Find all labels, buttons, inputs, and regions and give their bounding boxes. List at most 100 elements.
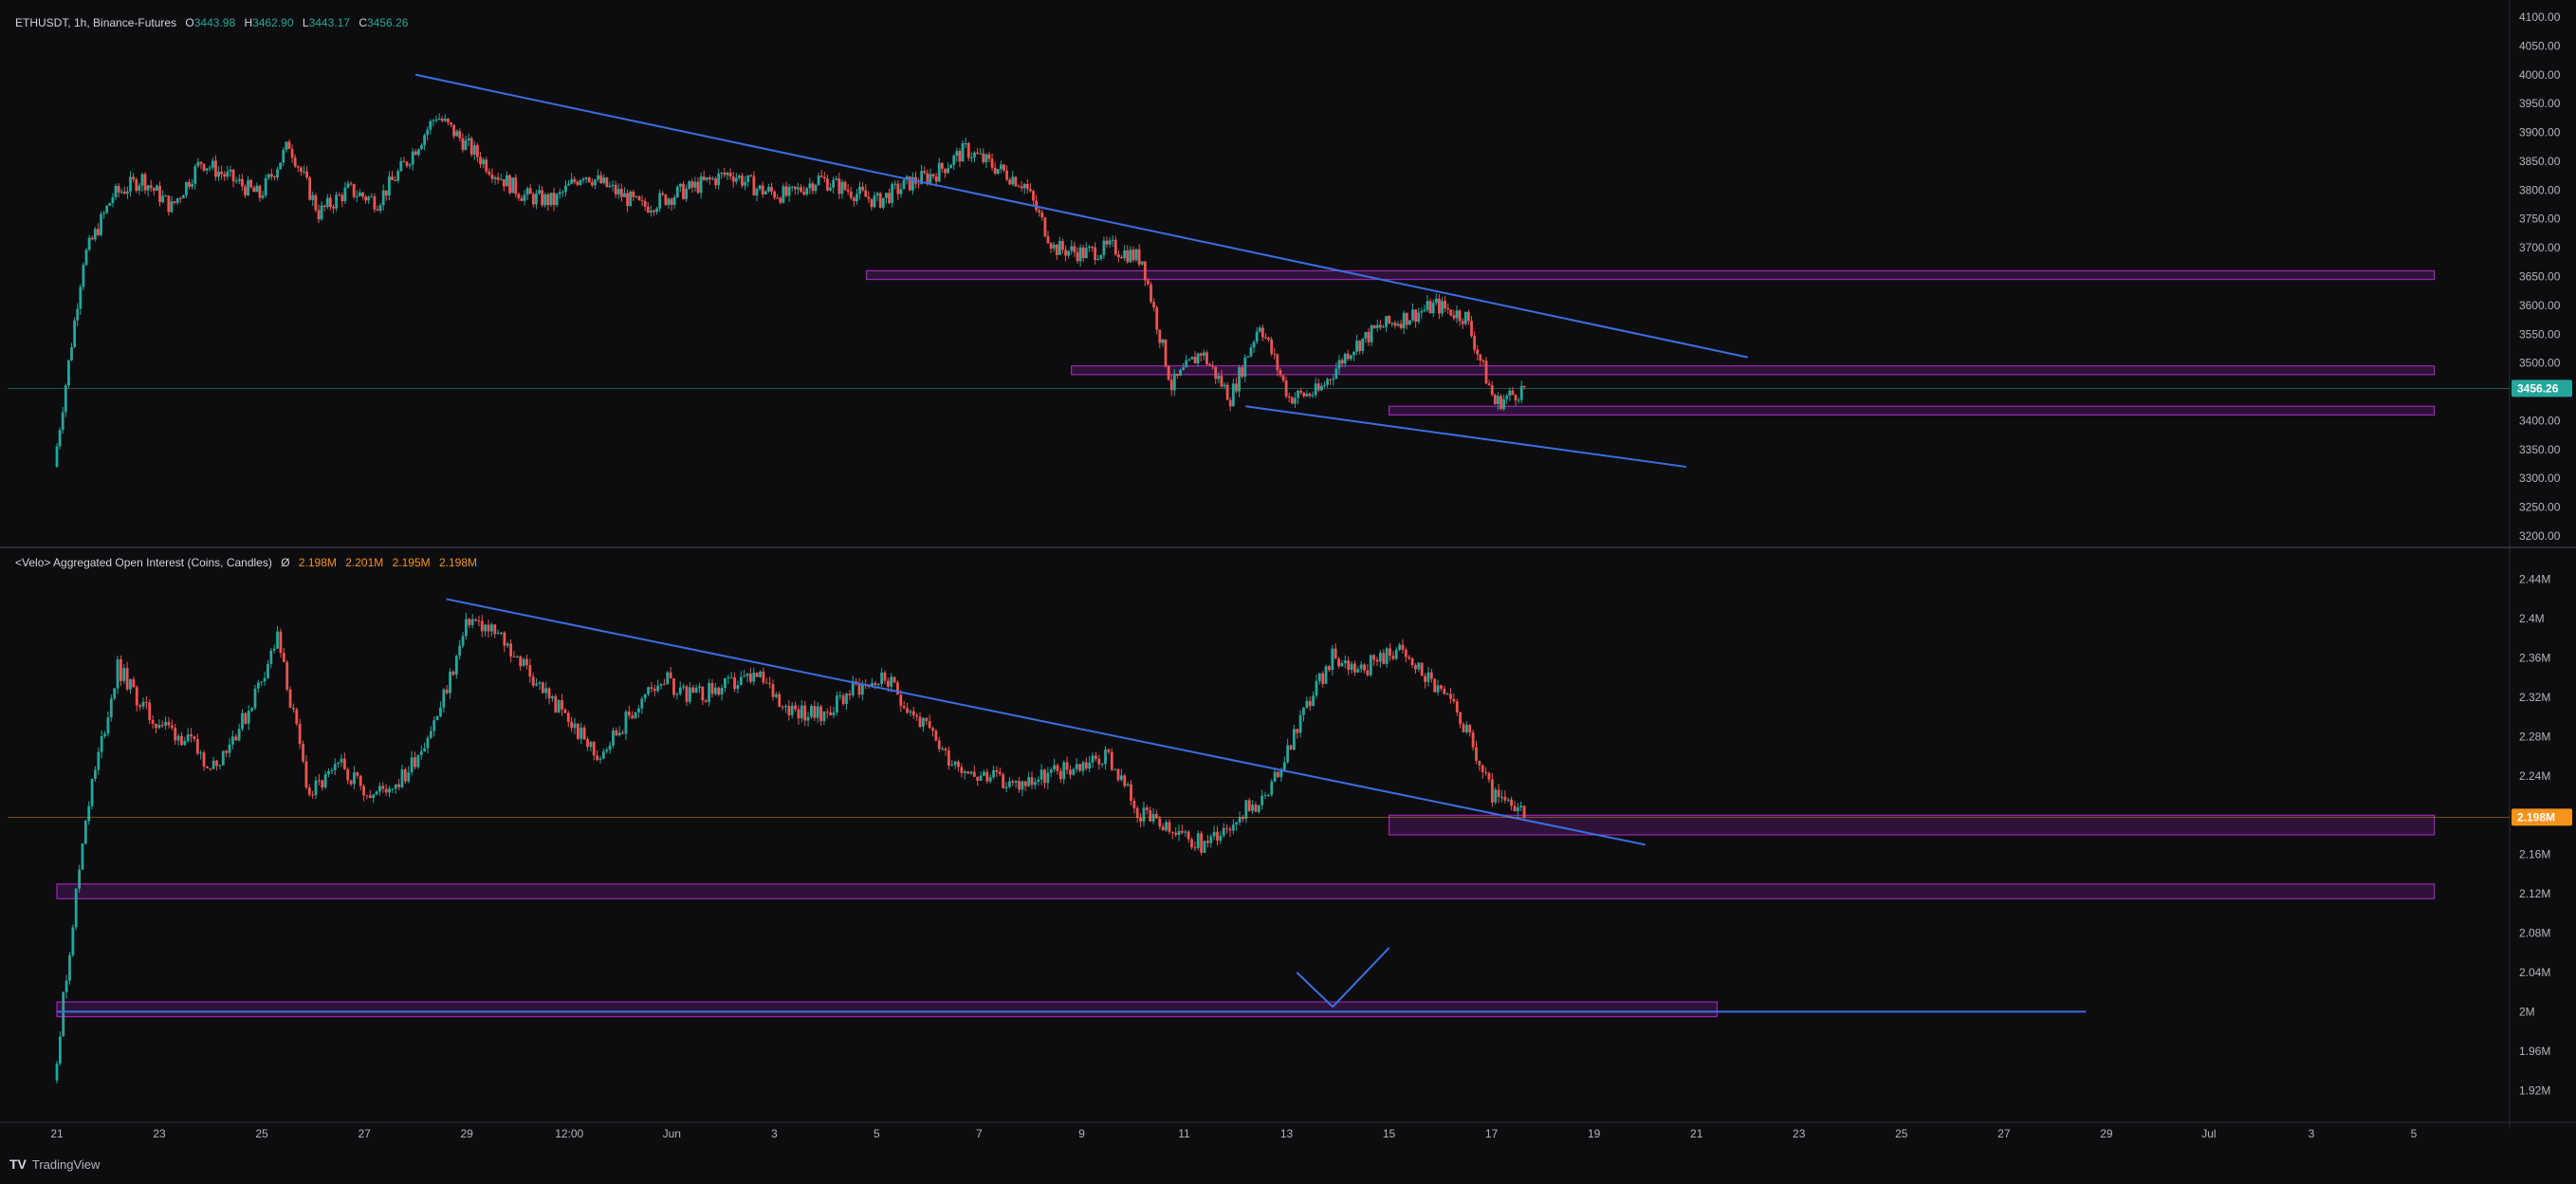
candle-body [1014,176,1018,187]
candle-body [573,178,577,182]
candle-body [621,732,624,734]
candle-body [949,164,953,169]
candle-body [449,671,451,694]
candle-body [832,712,836,715]
candle-body [1359,664,1363,670]
candle-body [479,157,482,165]
candle-body [1149,809,1152,822]
chart-stage[interactable]: 4100.00 4050.00 4000.00 3950.00 3900.00 3850.… [0,0,2576,1179]
candle-body [299,167,303,173]
chart-canvas[interactable]: 4100.00 4050.00 4000.00 3950.00 3900.00 3850.… [0,0,2576,1179]
candle-body [1350,663,1353,671]
candle-body [64,385,67,413]
candle-body [626,193,629,207]
symbol-label[interactable]: ETHUSDT, 1h, Binance-Futures [15,16,176,29]
y-tick-label: 2.4M [2519,612,2545,625]
candle-body [293,157,297,167]
current-value-label: 2.198M [2517,810,2555,823]
candle-body [367,196,371,201]
x-tick-label: 12:00 [555,1127,583,1140]
candle-body [1217,376,1221,379]
candle-body [976,152,979,155]
candle-body [1070,246,1074,251]
candle-body [113,688,117,699]
candle-body [419,750,423,755]
candle-body [1506,799,1510,801]
candle-body [199,752,203,754]
candle-body [1104,749,1107,765]
candle-body [391,788,395,790]
candle-body [1267,794,1270,796]
candle-body [477,620,481,622]
candle-body [634,712,637,719]
candle-body [1205,841,1209,843]
candle-body [659,684,663,686]
candle-body [822,712,826,722]
candle-body [979,775,983,781]
candle-body [1308,700,1312,707]
candle-body [617,732,621,736]
candle-body [811,183,815,192]
candle-body [1337,658,1340,667]
candle-body [1343,353,1347,364]
candle-body [279,162,283,170]
candle-body [410,757,414,773]
candle-body [361,193,364,197]
candle-body [1193,847,1197,849]
candle-body [70,346,73,361]
candle-body [1324,666,1328,684]
footer-brand[interactable]: TV TradingView [9,1156,100,1172]
candle-body [506,643,509,646]
candle-body [685,188,688,199]
candle-body [875,193,879,196]
candle-body [538,682,542,684]
candle-body [1452,315,1456,319]
x-tick-label: 3 [2309,1127,2315,1140]
candle-body [376,209,379,211]
candle-body [1273,771,1277,782]
candle-body [408,164,412,166]
candle-body [944,749,948,750]
oi-indicator-title[interactable]: <Velo> Aggregated Open Interest (Coins, … [15,556,272,569]
candle-body [523,194,526,201]
candle-body [576,181,580,185]
candle-body [623,193,626,197]
candle-body [384,788,388,793]
candle-body [843,181,847,190]
candle-body [307,786,311,795]
candle-body [493,624,497,635]
candle-body [1219,835,1223,842]
candle-body [338,194,341,196]
candle-body [1514,395,1518,400]
candle-body [923,171,927,174]
candle-body [1349,355,1352,360]
candle-body [531,676,535,686]
candle-body [343,187,347,202]
candle-body [896,183,900,194]
candle-body [1134,249,1138,261]
candle-body [352,184,356,197]
candle-body [1055,244,1058,255]
candle-body [685,686,689,702]
candle-body [1225,827,1228,829]
candle-body [493,176,497,179]
candle-body [1343,660,1347,663]
candle-body [1084,248,1088,259]
candle-body [781,706,784,708]
candle-body [1129,250,1132,263]
candle-body [353,772,356,785]
candle-body [711,178,714,180]
candle-body [619,189,623,197]
candle-body [240,178,244,187]
candle-body [1334,368,1338,379]
y-tick-label: 1.92M [2519,1083,2550,1097]
candle-body [340,758,343,763]
candle-body [1337,360,1341,369]
candle-body [1393,323,1397,326]
candle-body [461,138,465,150]
candle-body [1352,351,1355,356]
x-tick-label: 5 [874,1127,880,1140]
zone-rectangle [56,1001,1718,1018]
candle-body [1155,307,1159,330]
candle-body [561,192,564,194]
